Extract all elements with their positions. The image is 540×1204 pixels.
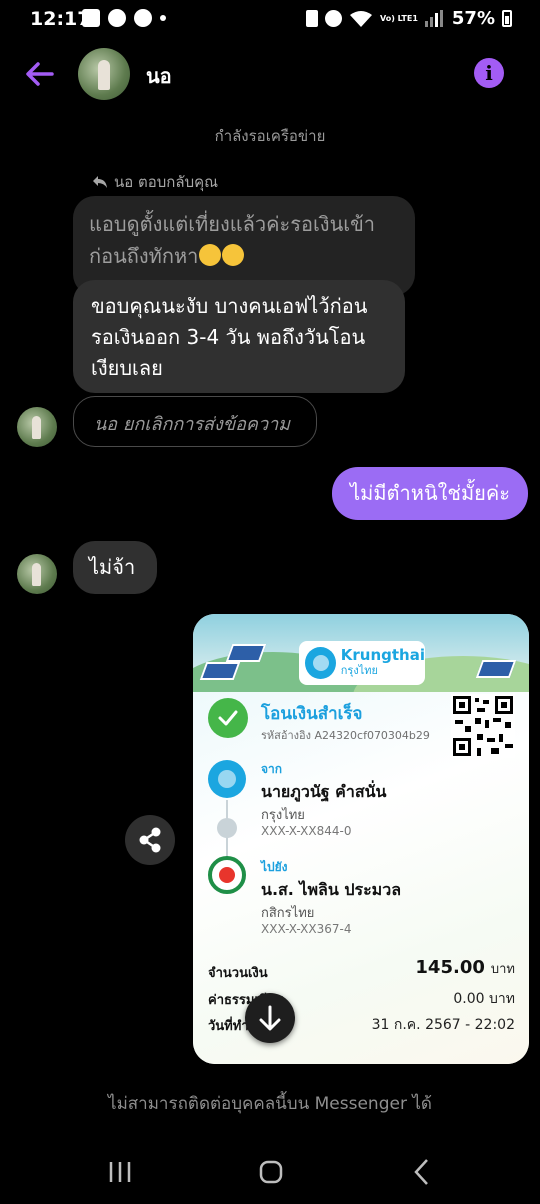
notification-icons [82,9,166,27]
battery-icon [502,10,512,27]
bank-logo: Krungthai กรุงไทย [299,641,425,685]
home-icon[interactable] [253,1154,289,1190]
info-icon[interactable]: i [474,58,504,88]
cannot-contact-notice: ไม่สามารถติดต่อบุคคลนี้บน Messenger ได้ [108,1094,432,1114]
transfer-slip-image[interactable]: Krungthai กรุงไทย โอนเงินสำเร็จ รหัสอ้าง… [193,614,529,1064]
date-value: 31 ก.ค. 2567 - 22:02 [371,1017,515,1033]
bank-brand-thai: กรุงไทย [340,664,378,677]
add-user-icon [134,9,152,27]
share-button[interactable] [125,815,175,865]
bank-brand: Krungthai [340,646,425,664]
status-bar: 12:17 Vo) LTE1 57% [0,0,540,38]
krungthai-bank-icon [208,760,246,798]
recent-apps-icon[interactable] [102,1154,138,1190]
sender-account: XXX-X-XX844-0 [261,824,352,838]
battery-saver-icon [305,10,318,27]
amount-row: 145.00 บาท [415,957,515,979]
to-label: ไปยัง [261,860,288,874]
outgoing-message[interactable]: ไม่มีตำหนิใช่มั้ยค่ะ [332,467,528,520]
amount-unit: บาท [490,962,515,977]
unsent-notice: นอ ยกเลิกการส่งข้อความ [73,396,317,447]
chat-header: นอ i [0,38,540,110]
scroll-to-bottom-button[interactable] [245,993,295,1043]
signal-icon [424,10,445,27]
amount-label: จำนวนเงิน [208,966,268,981]
system-icons: Vo) LTE1 57% [305,8,512,29]
arrow-left-icon[interactable] [22,56,58,92]
sender-name: นายภูวนัฐ คำสนั่น [261,782,387,801]
outgoing-message-text: ไม่มีตำหนิใช่มั้ยค่ะ [350,481,510,505]
chevron-down-icon [217,818,237,838]
contact-avatar-small[interactable] [17,407,57,447]
reference-number: รหัสอ้างอิง A24320cf070304b29 [261,729,430,742]
laughing-emoji-icon [199,244,222,266]
incoming-message-text: ขอบคุณนะงับ บางคนเอฟไว้ก่อนรอเงินออก 3-4… [91,294,368,380]
qr-code-icon [451,694,515,758]
reply-label-text: นอ ตอบกลับคุณ [114,173,219,191]
back-nav-icon[interactable] [405,1154,441,1190]
contact-name[interactable]: นอ [146,60,172,92]
incoming-message[interactable]: ไม่จ้า [73,541,157,594]
network-status: กำลังรอเครือข่าย [214,127,326,145]
system-navigation-bar [0,1140,540,1204]
gallery-icon [82,9,100,27]
arrow-down-icon [259,1005,281,1031]
recipient-bank: กสิกรไทย [261,906,315,921]
battery-percent: 57% [451,8,495,29]
line-icon [108,9,126,27]
reply-icon [93,176,107,188]
alarm-icon [324,10,342,27]
share-icon [139,827,161,853]
sender-bank: กรุงไทย [261,808,305,823]
from-label: จาก [261,762,283,776]
transfer-success-title: โอนเงินสำเร็จ [261,704,363,724]
reply-label: นอ ตอบกลับคุณ [92,170,218,194]
incoming-message-text: ไม่จ้า [89,555,136,579]
wifi-icon [349,10,372,27]
kasikorn-bank-icon [208,856,246,894]
krungthai-logo-icon [305,647,336,679]
slip-banner: Krungthai กรุงไทย [193,614,529,736]
success-check-icon [208,698,248,738]
network-label: Vo) LTE1 [379,14,418,23]
more-notifications-icon [160,15,166,21]
recipient-account: XXX-X-XX367-4 [261,922,352,936]
contact-avatar-small[interactable] [17,554,57,594]
contact-avatar[interactable] [78,48,130,100]
recipient-name: น.ส. ไพลิน ประมวล [261,880,402,899]
fee-value: 0.00 บาท [453,991,515,1007]
amount-value: 145.00 [415,957,485,978]
sweat-smile-emoji-icon [222,244,245,266]
incoming-message[interactable]: ขอบคุณนะงับ บางคนเอฟไว้ก่อนรอเงินออก 3-4… [73,280,405,393]
